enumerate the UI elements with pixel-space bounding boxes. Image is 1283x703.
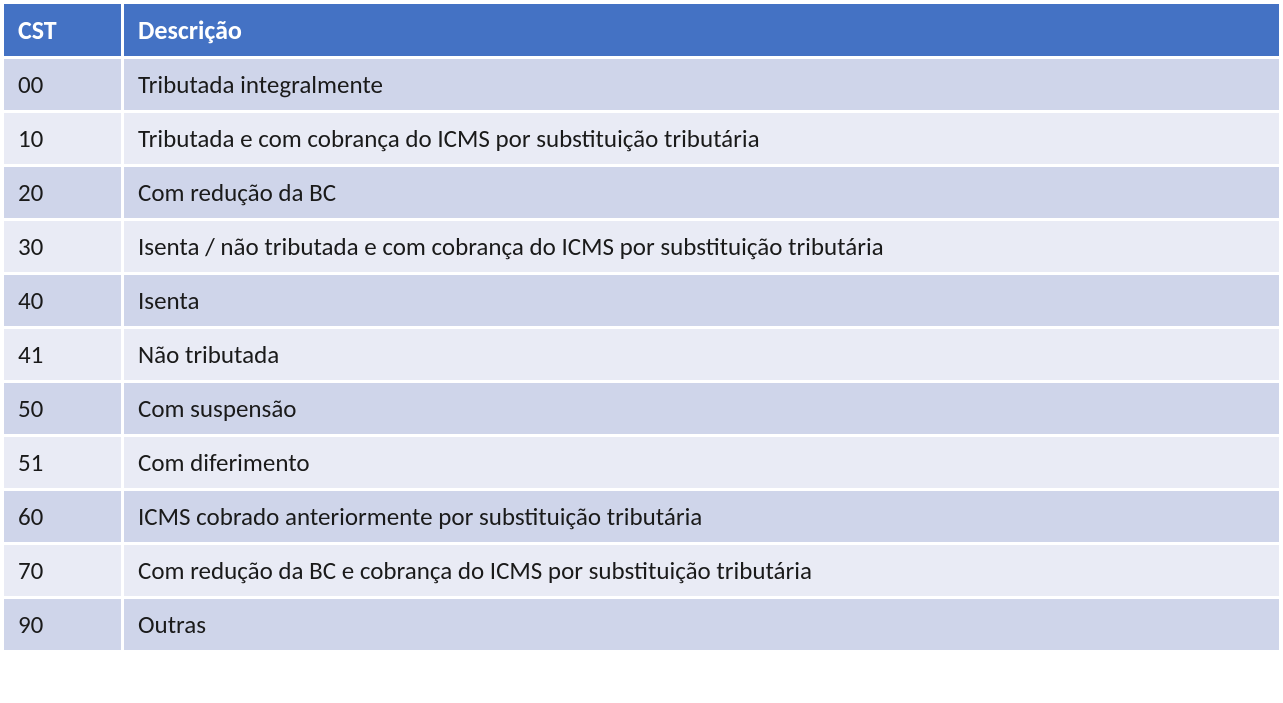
table-row: 40 Isenta bbox=[4, 275, 1279, 329]
header-descricao: Descrição bbox=[124, 4, 1279, 59]
cell-cst: 51 bbox=[4, 437, 124, 491]
cell-descricao: Não tributada bbox=[124, 329, 1279, 383]
table-row: 60 ICMS cobrado anteriormente por substi… bbox=[4, 491, 1279, 545]
cell-descricao: Outras bbox=[124, 599, 1279, 653]
table-row: 51 Com diferimento bbox=[4, 437, 1279, 491]
table-row: 41 Não tributada bbox=[4, 329, 1279, 383]
cell-cst: 40 bbox=[4, 275, 124, 329]
table-row: 10 Tributada e com cobrança do ICMS por … bbox=[4, 113, 1279, 167]
table-row: 20 Com redução da BC bbox=[4, 167, 1279, 221]
cell-cst: 90 bbox=[4, 599, 124, 653]
cell-descricao: Tributada e com cobrança do ICMS por sub… bbox=[124, 113, 1279, 167]
cell-descricao: Isenta bbox=[124, 275, 1279, 329]
table-body: 00 Tributada integralmente 10 Tributada … bbox=[4, 59, 1279, 653]
cell-descricao: Isenta / não tributada e com cobrança do… bbox=[124, 221, 1279, 275]
cell-descricao: ICMS cobrado anteriormente por substitui… bbox=[124, 491, 1279, 545]
cell-cst: 60 bbox=[4, 491, 124, 545]
table-row: 00 Tributada integralmente bbox=[4, 59, 1279, 113]
cell-cst: 50 bbox=[4, 383, 124, 437]
cell-descricao: Com redução da BC bbox=[124, 167, 1279, 221]
cell-cst: 10 bbox=[4, 113, 124, 167]
table-row: 70 Com redução da BC e cobrança do ICMS … bbox=[4, 545, 1279, 599]
cst-table: CST Descrição 00 Tributada integralmente… bbox=[4, 4, 1279, 653]
cell-descricao: Com redução da BC e cobrança do ICMS por… bbox=[124, 545, 1279, 599]
table-row: 30 Isenta / não tributada e com cobrança… bbox=[4, 221, 1279, 275]
table-header-row: CST Descrição bbox=[4, 4, 1279, 59]
cell-cst: 00 bbox=[4, 59, 124, 113]
cell-cst: 70 bbox=[4, 545, 124, 599]
cell-cst: 20 bbox=[4, 167, 124, 221]
cell-cst: 30 bbox=[4, 221, 124, 275]
table-row: 90 Outras bbox=[4, 599, 1279, 653]
cell-cst: 41 bbox=[4, 329, 124, 383]
table-row: 50 Com suspensão bbox=[4, 383, 1279, 437]
cell-descricao: Com diferimento bbox=[124, 437, 1279, 491]
cell-descricao: Tributada integralmente bbox=[124, 59, 1279, 113]
cell-descricao: Com suspensão bbox=[124, 383, 1279, 437]
header-cst: CST bbox=[4, 4, 124, 59]
